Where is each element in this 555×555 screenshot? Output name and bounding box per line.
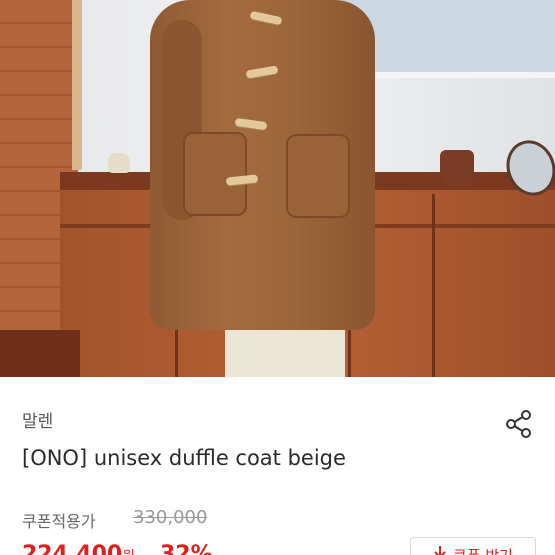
coupon-price-label: 쿠폰적용가: [22, 512, 96, 531]
sale-price-value: 224,400: [22, 542, 123, 555]
original-price: 330,000: [133, 507, 208, 528]
brand-name[interactable]: 말렌: [22, 407, 53, 432]
photo-sculpture: [440, 150, 474, 186]
get-coupon-button[interactable]: 쿠폰 받기: [410, 537, 536, 555]
photo-floor: [0, 330, 80, 377]
product-title: [ONO] unisex duffle coat beige: [22, 446, 346, 470]
sale-price: 224,400원: [22, 542, 135, 555]
photo-coat-pocket: [183, 132, 247, 216]
share-icon[interactable]: [502, 407, 536, 441]
photo-door-frame: [72, 0, 82, 170]
product-image[interactable]: [0, 0, 555, 377]
product-info: 말렌 [ONO] unisex duffle coat beige 쿠폰적용가 …: [0, 377, 555, 555]
photo-cabinet-seam: [432, 194, 435, 377]
photo-vase: [108, 153, 130, 173]
discount-rate: 32%: [160, 542, 213, 555]
get-coupon-label: 쿠폰 받기: [453, 545, 513, 555]
product-page: 말렌 [ONO] unisex duffle coat beige 쿠폰적용가 …: [0, 0, 555, 555]
download-arrow-icon: [433, 545, 447, 555]
currency-unit: 원: [122, 549, 135, 555]
photo-coat-pocket: [286, 134, 350, 218]
